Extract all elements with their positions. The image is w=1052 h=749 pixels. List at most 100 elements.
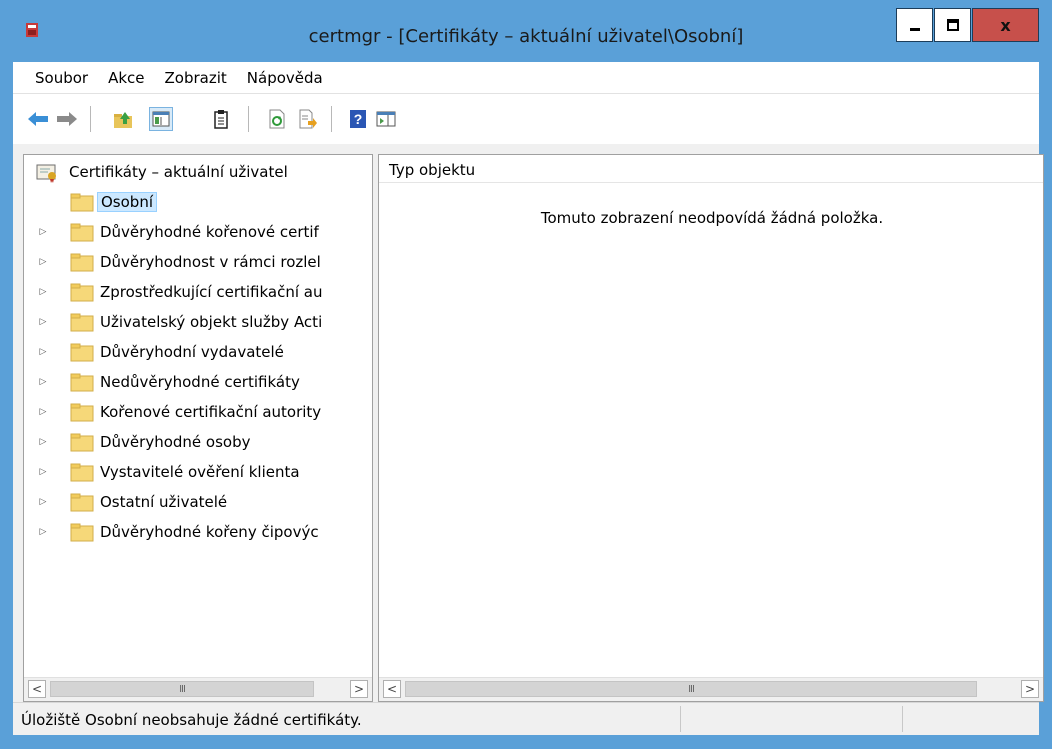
expand-arrow-icon[interactable]: ▷ (38, 407, 48, 417)
tree-item-client-auth-issuers[interactable]: ▷ Vystavitelé ověření klienta (24, 459, 364, 485)
tree-item-intermediate-ca[interactable]: ▷ Zprostředkující certifikační au (24, 279, 364, 305)
back-button[interactable] (26, 107, 50, 131)
expand-arrow-icon[interactable]: ▷ (38, 377, 48, 387)
expand-arrow-icon[interactable]: ▷ (38, 497, 48, 507)
folder-icon (70, 523, 94, 542)
tree-item-label: Zprostředkující certifikační au (100, 283, 323, 301)
console-tree-icon (152, 111, 170, 127)
column-header-label: Typ objektu (389, 161, 476, 179)
tree-item-enterprise-trust[interactable]: ▷ Důvěryhodnost v rámci rozlel (24, 249, 364, 275)
menu-akce[interactable]: Akce (98, 69, 154, 87)
expand-arrow-icon[interactable]: ▷ (38, 227, 48, 237)
menu-bar: Soubor Akce Zobrazit Nápověda (13, 62, 1039, 93)
properties-button[interactable] (209, 107, 233, 131)
status-text: Úložiště Osobní neobsahuje žádné certifi… (21, 711, 362, 729)
title-bar[interactable]: certmgr - [Certifikáty – aktuální uživat… (0, 0, 1052, 62)
folder-icon (70, 463, 94, 482)
action-pane-icon (376, 111, 396, 127)
chevron-right-icon: > (1024, 682, 1036, 696)
window-title: certmgr - [Certifikáty – aktuální uživat… (308, 26, 744, 47)
status-divider (680, 706, 681, 732)
tree-item-trusted-people[interactable]: ▷ Důvěryhodné osoby (24, 429, 364, 455)
toolbar-separator (90, 106, 91, 132)
tree-item-osobni[interactable]: Osobní (24, 189, 364, 215)
tree-item-label: Uživatelský objekt služby Acti (100, 313, 323, 331)
menu-soubor[interactable]: Soubor (13, 69, 98, 87)
expand-arrow-icon[interactable]: ▷ (38, 287, 48, 297)
export-list-icon (299, 109, 317, 129)
export-list-button[interactable] (296, 107, 320, 131)
console-tree-pane[interactable]: Certifikáty – aktuální uživatel Osobní ▷… (23, 154, 373, 702)
tree-item-label: Důvěryhodní vydavatelé (100, 343, 284, 361)
grip-icon: III (179, 683, 186, 695)
tree-root-item[interactable]: Certifikáty – aktuální uživatel (24, 159, 364, 185)
folder-icon (70, 433, 94, 452)
action-pane-button[interactable] (374, 107, 398, 131)
toolbar-separator (248, 106, 249, 132)
tree-item-smart-card-roots[interactable]: ▷ Důvěryhodné kořeny čipovýc (24, 519, 364, 545)
folder-icon (70, 403, 94, 422)
status-bar: Úložiště Osobní neobsahuje žádné certifi… (13, 702, 1039, 735)
menu-napoveda[interactable]: Nápověda (237, 69, 333, 87)
folder-icon (70, 313, 94, 332)
refresh-icon (269, 109, 285, 129)
tree-item-trusted-publishers[interactable]: ▷ Důvěryhodní vydavatelé (24, 339, 364, 365)
tree-item-label: Důvěryhodné osoby (100, 433, 251, 451)
refresh-button[interactable] (265, 107, 289, 131)
toolbar-separator (331, 106, 332, 132)
empty-list-message: Tomuto zobrazení neodpovídá žádná položk… (540, 209, 884, 227)
tree-item-other-people[interactable]: ▷ Ostatní uživatelé (24, 489, 364, 515)
tree-horizontal-scrollbar[interactable]: < III > (24, 677, 372, 701)
show-hide-tree-button[interactable] (149, 107, 173, 131)
expand-arrow-icon[interactable]: ▷ (38, 467, 48, 477)
close-icon: x (1000, 15, 1011, 35)
scroll-left-button[interactable]: < (28, 680, 46, 698)
folder-icon (70, 193, 94, 212)
tree-item-ad-user-object[interactable]: ▷ Uživatelský objekt služby Acti (24, 309, 364, 335)
client-area: Certifikáty – aktuální uživatel Osobní ▷… (13, 144, 1044, 702)
results-pane[interactable]: Typ objektu Tomuto zobrazení neodpovídá … (378, 154, 1044, 702)
tree-item-untrusted[interactable]: ▷ Nedůvěryhodné certifikáty (24, 369, 364, 395)
tree-item-label: Osobní (97, 192, 157, 212)
expand-arrow-icon[interactable]: ▷ (38, 257, 48, 267)
scroll-left-button[interactable]: < (383, 680, 401, 698)
tree-root-label: Certifikáty – aktuální uživatel (69, 163, 288, 181)
minimize-button[interactable] (896, 8, 933, 42)
svg-text:?: ? (354, 111, 363, 127)
tree-item-label: Ostatní uživatelé (100, 493, 228, 511)
tree-item-label: Důvěryhodné kořeny čipovýc (100, 523, 319, 541)
folder-icon (70, 223, 94, 242)
results-horizontal-scrollbar[interactable]: < III > (379, 677, 1043, 701)
tree-item-root-ca[interactable]: ▷ Kořenové certifikační autority (24, 399, 364, 425)
up-one-level-button[interactable] (111, 107, 135, 131)
chevron-right-icon: > (353, 682, 365, 696)
app-window: certmgr - [Certifikáty – aktuální uživat… (0, 0, 1052, 749)
scroll-right-button[interactable]: > (1021, 680, 1039, 698)
close-button[interactable]: x (972, 8, 1039, 42)
help-icon: ? (350, 110, 366, 128)
scroll-right-button[interactable]: > (350, 680, 368, 698)
status-divider (902, 706, 903, 732)
scroll-thumb[interactable]: III (405, 681, 977, 697)
menu-zobrazit[interactable]: Zobrazit (155, 69, 237, 87)
expand-arrow-icon[interactable]: ▷ (38, 317, 48, 327)
back-arrow-icon (28, 112, 48, 126)
tree-item-label: Vystavitelé ověření klienta (100, 463, 300, 481)
scroll-thumb[interactable]: III (50, 681, 314, 697)
maximize-button[interactable] (934, 8, 971, 42)
tree-item-trusted-root[interactable]: ▷ Důvěryhodné kořenové certif (24, 219, 364, 245)
expand-arrow-icon[interactable]: ▷ (38, 347, 48, 357)
expand-arrow-icon[interactable]: ▷ (38, 437, 48, 447)
column-header-type[interactable]: Typ objektu (379, 155, 1043, 183)
forward-button[interactable] (55, 107, 79, 131)
tree-item-label: Důvěryhodné kořenové certif (100, 223, 319, 241)
clipboard-icon (214, 110, 228, 129)
help-button[interactable]: ? (346, 107, 370, 131)
certificate-store-icon (36, 164, 56, 183)
up-folder-icon (114, 112, 132, 128)
folder-icon (70, 253, 94, 272)
tree-item-label: Důvěryhodnost v rámci rozlel (100, 253, 321, 271)
folder-icon (70, 283, 94, 302)
chevron-left-icon: < (31, 682, 43, 696)
expand-arrow-icon[interactable]: ▷ (38, 527, 48, 537)
